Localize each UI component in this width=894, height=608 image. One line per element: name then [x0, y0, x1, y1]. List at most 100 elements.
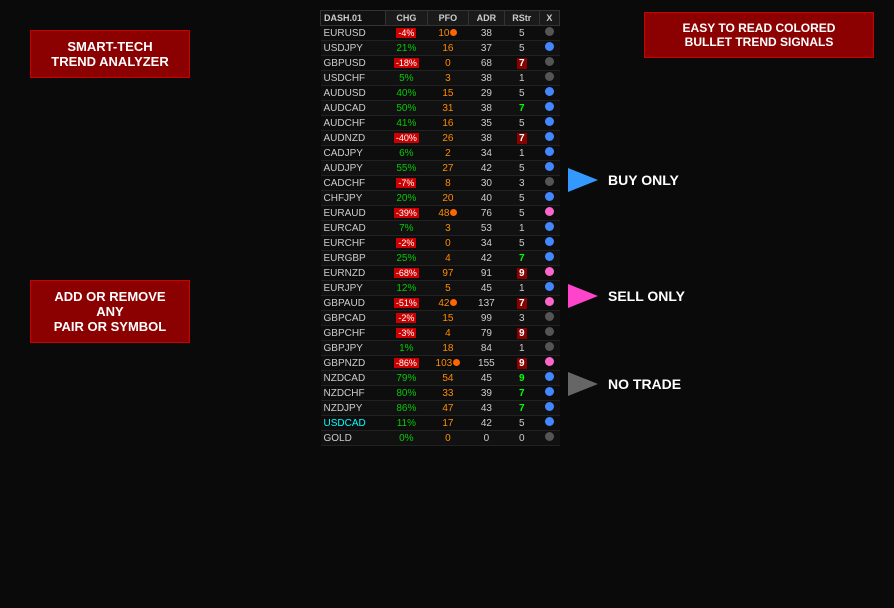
table-row: CADJPY6%2341	[321, 146, 560, 161]
cell-chg: 6%	[385, 146, 427, 161]
table-row: NZDJPY86%47437	[321, 401, 560, 416]
cell-pfo: 2	[427, 146, 468, 161]
cell-bullet	[539, 71, 559, 86]
cell-chg: -39%	[385, 206, 427, 221]
cell-chg: -4%	[385, 26, 427, 41]
col-header-chg: CHG	[385, 11, 427, 26]
cell-pfo: 33	[427, 386, 468, 401]
no-trade-label: NO TRADE	[608, 376, 681, 392]
cell-pfo: 0	[427, 431, 468, 446]
cell-rstr: 5	[504, 26, 539, 41]
cell-chg: -2%	[385, 236, 427, 251]
cell-adr: 137	[469, 296, 505, 311]
cell-chg: 12%	[385, 281, 427, 296]
cell-bullet	[539, 251, 559, 266]
cell-chg: 0%	[385, 431, 427, 446]
cell-symbol: EURCHF	[321, 236, 386, 251]
cell-rstr: 9	[504, 326, 539, 341]
cell-symbol: GBPAUD	[321, 296, 386, 311]
cell-chg: -18%	[385, 56, 427, 71]
cell-chg: -3%	[385, 326, 427, 341]
cell-symbol: USDJPY	[321, 41, 386, 56]
cell-adr: 37	[469, 41, 505, 56]
cell-symbol: CADJPY	[321, 146, 386, 161]
cell-rstr: 5	[504, 116, 539, 131]
cell-chg: 20%	[385, 191, 427, 206]
cell-rstr: 9	[504, 371, 539, 386]
cell-rstr: 1	[504, 71, 539, 86]
cell-rstr: 5	[504, 416, 539, 431]
cell-adr: 79	[469, 326, 505, 341]
cell-pfo: 17	[427, 416, 468, 431]
bullet-label: EASY TO READ COLORED BULLET TREND SIGNAL…	[644, 12, 874, 58]
cell-rstr: 1	[504, 341, 539, 356]
cell-bullet	[539, 176, 559, 191]
table-row: NZDCHF80%33397	[321, 386, 560, 401]
cell-chg: -7%	[385, 176, 427, 191]
cell-pfo: 103	[427, 356, 468, 371]
table-row: GBPNZD-86%1031559	[321, 356, 560, 371]
cell-pfo: 3	[427, 71, 468, 86]
cell-chg: 41%	[385, 116, 427, 131]
cell-adr: 42	[469, 251, 505, 266]
cell-chg: 21%	[385, 41, 427, 56]
cell-symbol: AUDNZD	[321, 131, 386, 146]
table-row: EURJPY12%5451	[321, 281, 560, 296]
smart-tech-line1: SMART-TECH	[67, 39, 152, 54]
cell-bullet	[539, 236, 559, 251]
cell-symbol: EURGBP	[321, 251, 386, 266]
table-row: GBPCAD-2%15993	[321, 311, 560, 326]
cell-bullet	[539, 131, 559, 146]
cell-symbol: CHFJPY	[321, 191, 386, 206]
table-row: AUDNZD-40%26387	[321, 131, 560, 146]
cell-symbol: NZDCAD	[321, 371, 386, 386]
table-row: GBPAUD-51%421377	[321, 296, 560, 311]
cell-bullet	[539, 146, 559, 161]
cell-adr: 155	[469, 356, 505, 371]
dashboard-table: DASH.01 CHG PFO ADR RStr X EURUSD-4%1038…	[320, 10, 560, 446]
table-row: EURNZD-68%97919	[321, 266, 560, 281]
cell-pfo: 47	[427, 401, 468, 416]
cell-bullet	[539, 266, 559, 281]
cell-rstr: 7	[504, 131, 539, 146]
cell-pfo: 54	[427, 371, 468, 386]
table-row: AUDJPY55%27425	[321, 161, 560, 176]
cell-pfo: 48	[427, 206, 468, 221]
table-row: GBPUSD-18%0687	[321, 56, 560, 71]
table-row: GBPCHF-3%4799	[321, 326, 560, 341]
cell-symbol: GBPCHF	[321, 326, 386, 341]
cell-bullet	[539, 206, 559, 221]
cell-adr: 84	[469, 341, 505, 356]
cell-rstr: 7	[504, 296, 539, 311]
cell-bullet	[539, 281, 559, 296]
cell-rstr: 3	[504, 311, 539, 326]
cell-chg: -2%	[385, 311, 427, 326]
cell-symbol: CADCHF	[321, 176, 386, 191]
cell-pfo: 8	[427, 176, 468, 191]
table-row: USDJPY21%16375	[321, 41, 560, 56]
cell-symbol: EURCAD	[321, 221, 386, 236]
cell-rstr: 7	[504, 401, 539, 416]
col-header-adr: ADR	[469, 11, 505, 26]
table-row: GOLD0%000	[321, 431, 560, 446]
cell-rstr: 7	[504, 251, 539, 266]
cell-adr: 68	[469, 56, 505, 71]
table-row: EURAUD-39%48765	[321, 206, 560, 221]
add-remove-line1: ADD OR REMOVE ANY	[54, 289, 165, 319]
bullet-line1: EASY TO READ COLORED	[683, 21, 836, 35]
cell-pfo: 15	[427, 86, 468, 101]
cell-symbol: USDCAD	[321, 416, 386, 431]
cell-rstr: 5	[504, 41, 539, 56]
cell-adr: 42	[469, 416, 505, 431]
table-row: AUDCHF41%16355	[321, 116, 560, 131]
cell-chg: 50%	[385, 101, 427, 116]
table-row: EURGBP25%4427	[321, 251, 560, 266]
cell-pfo: 18	[427, 341, 468, 356]
cell-adr: 38	[469, 131, 505, 146]
cell-bullet	[539, 371, 559, 386]
cell-adr: 38	[469, 26, 505, 41]
cell-symbol: AUDUSD	[321, 86, 386, 101]
cell-symbol: EURAUD	[321, 206, 386, 221]
cell-chg: -86%	[385, 356, 427, 371]
cell-bullet	[539, 191, 559, 206]
